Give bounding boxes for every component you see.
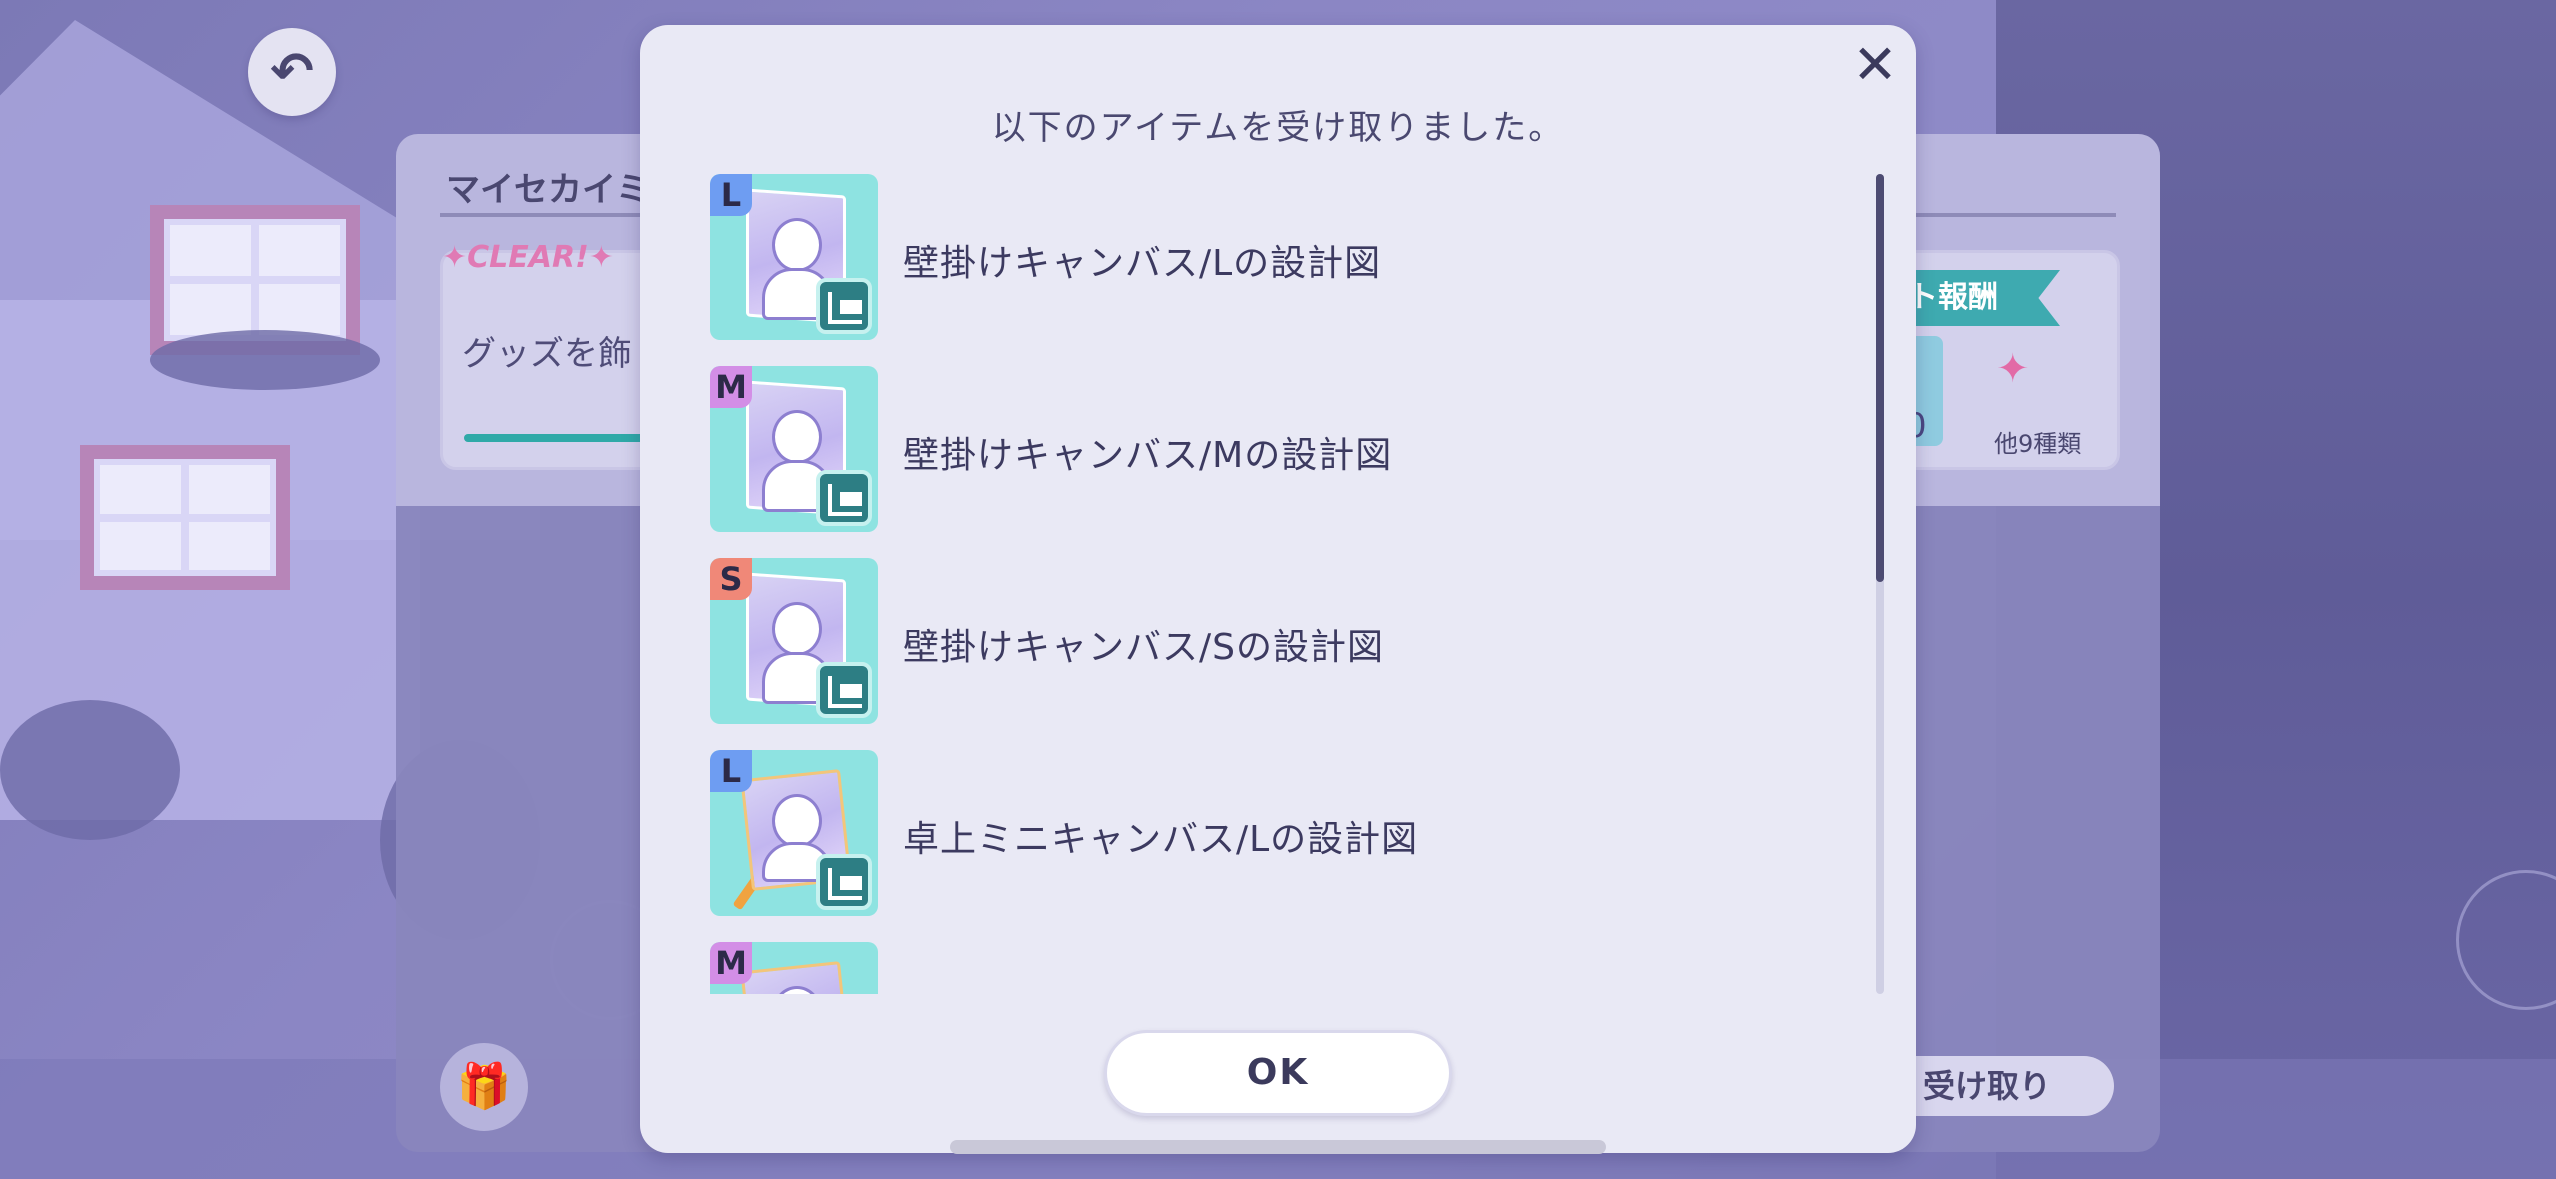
- received-items-list[interactable]: L 壁掛けキャンバス/Lの設計図 M 壁掛けキャンバス/Mの設計図 S 壁掛けキ…: [710, 174, 1860, 994]
- mission-panel-title: マイセカイミ: [446, 170, 650, 210]
- item-thumbnail: M: [710, 366, 878, 532]
- list-scrollbar-thumb[interactable]: [1876, 174, 1884, 582]
- ok-button[interactable]: OK: [1104, 1030, 1452, 1116]
- size-badge: M: [710, 366, 752, 408]
- sparkle-icon: ✦: [1996, 346, 2030, 392]
- bush: [150, 330, 380, 390]
- item-thumbnail: S: [710, 558, 878, 724]
- item-thumbnail: L: [710, 750, 878, 916]
- character-head: [772, 410, 822, 464]
- item-name: 壁掛けキャンバス/Lの設計図: [903, 243, 1382, 284]
- undo-arrow-icon[interactable]: ↶: [248, 28, 336, 116]
- size-badge: S: [710, 558, 752, 600]
- character-head: [772, 602, 822, 656]
- size-badge: L: [710, 174, 752, 216]
- bush: [0, 700, 180, 840]
- size-badge: L: [710, 750, 752, 792]
- character-head: [772, 218, 822, 272]
- others-count-label: 他9種類: [1994, 430, 2082, 458]
- blueprint-icon: [816, 470, 872, 526]
- character-head: [772, 794, 822, 848]
- home-indicator[interactable]: [950, 1140, 1606, 1154]
- close-icon[interactable]: ✕: [1852, 38, 1898, 92]
- list-item: L 卓上ミニキャンバス/Lの設計図: [710, 750, 1810, 918]
- item-name: 壁掛けキャンバス/Mの設計図: [903, 435, 1393, 476]
- mission-description: グッズを飾: [462, 334, 632, 374]
- gift-icon[interactable]: 🎁: [440, 1043, 528, 1131]
- list-item: M: [710, 942, 1810, 994]
- item-name: 卓上ミニキャンバス/Lの設計図: [903, 819, 1419, 860]
- blueprint-icon: [816, 854, 872, 910]
- size-badge: M: [710, 942, 752, 984]
- dialog-title: 以下のアイテムを受け取りました。: [991, 108, 1565, 148]
- list-item: M 壁掛けキャンバス/Mの設計図: [710, 366, 1810, 534]
- item-thumbnail: L: [710, 174, 878, 340]
- list-item: L 壁掛けキャンバス/Lの設計図: [710, 174, 1810, 342]
- blueprint-icon: [816, 662, 872, 718]
- clear-badge: ✦CLEAR!✦: [442, 240, 614, 275]
- item-thumbnail: M: [710, 942, 878, 994]
- house-window: [80, 445, 290, 590]
- item-name: 壁掛けキャンバス/Sの設計図: [903, 627, 1384, 668]
- mission-progress-bar: [464, 434, 664, 442]
- list-item: S 壁掛けキャンバス/Sの設計図: [710, 558, 1810, 726]
- blueprint-icon: [816, 278, 872, 334]
